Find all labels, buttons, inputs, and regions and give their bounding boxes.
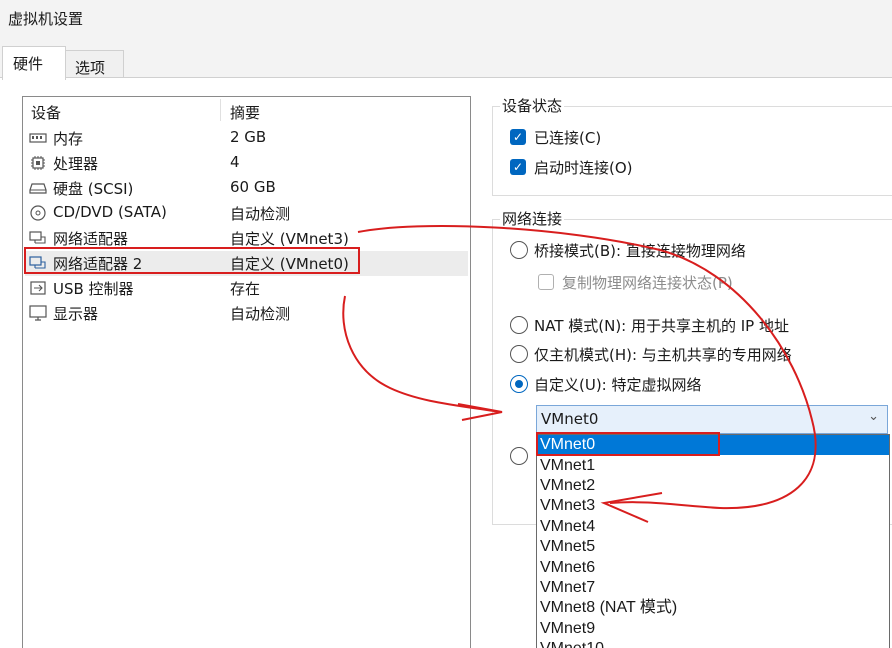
dropdown-option-vmnet3[interactable]: VMnet3 (537, 496, 889, 516)
dropdown-option-vmnet5[interactable]: VMnet5 (537, 537, 889, 557)
device-list-header: 设备 摘要 (23, 97, 470, 123)
tab-hardware[interactable]: 硬件 (2, 46, 66, 80)
bridged-label: 桥接模式(B): 直接连接物理网络 (534, 242, 746, 260)
device-row-usb[interactable]: USB 控制器 存在 (25, 276, 468, 301)
memory-icon (29, 133, 47, 143)
device-summary: 自动检测 (230, 205, 291, 223)
device-name: CD/DVD (SATA) (53, 203, 167, 221)
device-summary: 60 GB (230, 178, 276, 196)
device-name: 处理器 (53, 155, 99, 173)
radio-icon (510, 447, 528, 465)
replicate-state-label: 复制物理网络连接状态(P) (562, 274, 733, 292)
dropdown-option-vmnet2[interactable]: VMnet2 (537, 476, 889, 496)
device-status-title: 设备状态 (500, 95, 565, 116)
radio-icon (510, 345, 528, 363)
connect-at-power-on-label: 启动时连接(O) (534, 159, 633, 177)
network-dropdown-list[interactable]: VMnet0 VMnet1 VMnet2 VMnet3 VMnet4 VMnet… (536, 434, 890, 648)
custom-network-select[interactable]: VMnet0 ⌄ (536, 405, 888, 434)
device-summary: 存在 (230, 280, 261, 298)
checkbox-icon (538, 274, 554, 290)
device-status-group (492, 106, 892, 196)
check-icon: ✓ (510, 129, 526, 145)
processor-icon (31, 156, 45, 170)
tab-options[interactable]: 选项 (64, 50, 124, 80)
device-row-harddisk[interactable]: 硬盘 (SCSI) 60 GB (25, 176, 468, 201)
device-column-header[interactable]: 设备 (31, 102, 61, 123)
title-bar: 虚拟机设置 (0, 0, 892, 38)
device-list[interactable]: 设备 摘要 内存 2 GB 处理器 4 硬盘 (SCSI) 60 GB CD/D… (22, 96, 471, 648)
device-name: 硬盘 (SCSI) (53, 180, 134, 198)
device-name: USB 控制器 (53, 280, 134, 298)
device-row-cd-dvd[interactable]: CD/DVD (SATA) 自动检测 (25, 201, 468, 226)
harddisk-icon (29, 183, 47, 194)
cd-dvd-icon (30, 205, 46, 221)
device-name: 内存 (53, 130, 84, 148)
connected-label: 已连接(C) (534, 129, 602, 147)
annotation-highlight-adapter-2 (24, 247, 360, 274)
summary-column-header[interactable]: 摘要 (230, 102, 260, 123)
column-divider[interactable] (220, 99, 221, 121)
device-name: 显示器 (53, 305, 99, 323)
dropdown-option-vmnet8[interactable]: VMnet8 (NAT 模式) (537, 598, 889, 618)
device-row-monitor[interactable]: 显示器 自动检测 (25, 301, 468, 326)
window-title: 虚拟机设置 (8, 10, 84, 28)
nat-label: NAT 模式(N): 用于共享主机的 IP 地址 (534, 317, 790, 335)
device-summary: 自动检测 (230, 305, 291, 323)
custom-label: 自定义(U): 特定虚拟网络 (534, 376, 702, 394)
radio-icon (510, 316, 528, 334)
check-icon: ✓ (510, 159, 526, 175)
network-adapter-icon (29, 231, 46, 244)
chevron-down-icon: ⌄ (868, 409, 879, 424)
host-only-label: 仅主机模式(H): 与主机共享的专用网络 (534, 346, 792, 364)
dropdown-option-vmnet4[interactable]: VMnet4 (537, 517, 889, 537)
monitor-icon (29, 305, 47, 321)
dropdown-option-vmnet7[interactable]: VMnet7 (537, 578, 889, 598)
dropdown-option-vmnet6[interactable]: VMnet6 (537, 558, 889, 578)
device-row-processor[interactable]: 处理器 4 (25, 151, 468, 176)
dropdown-option-vmnet9[interactable]: VMnet9 (537, 619, 889, 639)
network-connection-title: 网络连接 (500, 208, 565, 229)
radio-icon (510, 241, 528, 259)
device-summary: 2 GB (230, 128, 267, 146)
device-summary: 自定义 (VMnet3) (230, 230, 349, 248)
dropdown-option-vmnet1[interactable]: VMnet1 (537, 456, 889, 476)
annotation-highlight-vmnet0 (536, 432, 720, 456)
device-summary: 4 (230, 153, 240, 171)
radio-selected-icon (510, 375, 528, 393)
usb-icon (30, 281, 46, 295)
dropdown-option-vmnet10[interactable]: VMnet10 (537, 639, 889, 648)
device-name: 网络适配器 (53, 230, 129, 248)
tab-strip: 硬件 选项 (0, 46, 892, 80)
select-value: VMnet0 (541, 410, 599, 428)
device-row-memory[interactable]: 内存 2 GB (25, 126, 468, 151)
